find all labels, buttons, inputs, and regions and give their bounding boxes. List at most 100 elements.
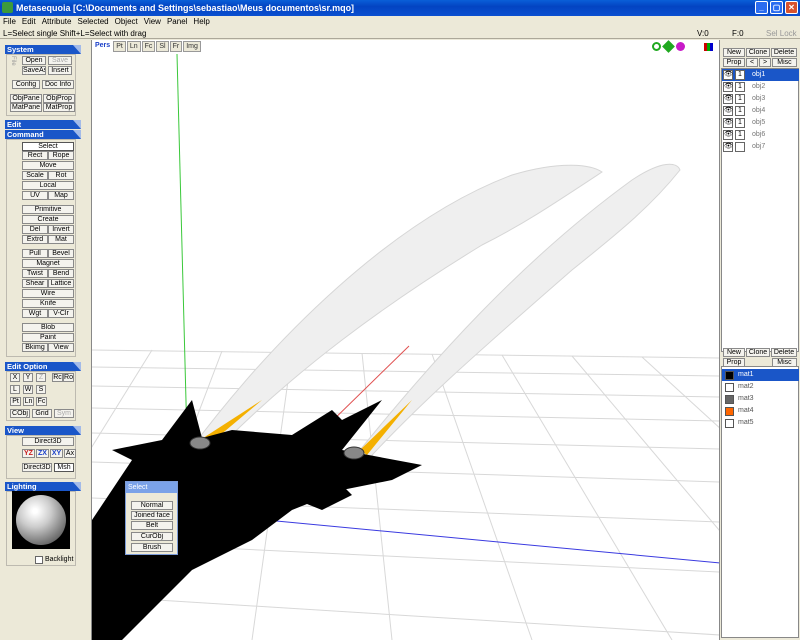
material-row[interactable]: mat2 [722, 381, 799, 393]
vclr-button[interactable]: V-Clr [48, 309, 74, 318]
knife-button[interactable]: Knife [22, 299, 74, 308]
object-row[interactable]: 👁 1 obj5 [722, 117, 799, 129]
select-brush-button[interactable]: Brush [131, 543, 173, 552]
ax-toggle[interactable]: Ax [64, 449, 76, 458]
saveas-button[interactable]: SaveAs [22, 66, 46, 75]
sym-toggle[interactable]: Sym [54, 409, 74, 418]
obj-prev-button[interactable]: < [746, 58, 758, 67]
visibility-eye-icon[interactable]: 👁 [723, 118, 733, 128]
select-button[interactable]: Select [22, 142, 74, 151]
system-header[interactable]: System [5, 45, 81, 54]
menu-object[interactable]: Object [115, 16, 138, 28]
sel-lock-button[interactable]: Sel Lock [766, 28, 797, 39]
obj-next-button[interactable]: > [759, 58, 771, 67]
object-row[interactable]: 👁 1 obj3 [722, 93, 799, 105]
save-button[interactable]: Save [48, 56, 72, 65]
mat-delete-button[interactable]: Delete [771, 348, 797, 357]
mat-new-button[interactable]: New [723, 348, 745, 357]
obj-clone-button[interactable]: Clone [746, 48, 770, 57]
tab-pers[interactable]: Pers [93, 41, 113, 52]
menu-edit[interactable]: Edit [22, 16, 36, 28]
select-normal-button[interactable]: Normal [131, 501, 173, 510]
tab-fr[interactable]: Fr [169, 41, 183, 52]
object-row[interactable]: 👁 1 obj6 [722, 129, 799, 141]
object-row[interactable]: 👁 1 obj1 [722, 69, 799, 81]
rope-button[interactable]: Rope [48, 151, 74, 160]
close-button[interactable]: ✕ [785, 1, 798, 14]
objprop-button[interactable]: ObjProp [43, 94, 75, 103]
magnet-button[interactable]: Magnet [22, 259, 74, 268]
visibility-eye-icon[interactable]: 👁 [723, 130, 733, 140]
material-row[interactable]: mat3 [722, 393, 799, 405]
mat-clone-button[interactable]: Clone [746, 348, 770, 357]
lighting-header[interactable]: Lighting [5, 482, 81, 491]
lattice-button[interactable]: Lattice [48, 279, 74, 288]
matprop-button[interactable]: MatProp [43, 103, 75, 112]
visibility-eye-icon[interactable]: 👁 [723, 94, 733, 104]
l-toggle[interactable]: L [10, 385, 20, 394]
scale-button[interactable]: Scale [22, 171, 48, 180]
obj-delete-button[interactable]: Delete [771, 48, 797, 57]
primitive-button[interactable]: Primitive [22, 205, 74, 214]
edit-header[interactable]: Edit [5, 120, 81, 129]
object-row[interactable]: 👁 1 obj2 [722, 81, 799, 93]
obj-misc-button[interactable]: Misc [772, 58, 797, 67]
bkimg-button[interactable]: Bkimg [22, 343, 48, 352]
select-curobj-button[interactable]: CurObj [131, 532, 173, 541]
tab-img[interactable]: Img [183, 41, 201, 52]
backlight-checkbox[interactable] [35, 556, 43, 564]
s-toggle[interactable]: S [36, 385, 46, 394]
insert-button[interactable]: Insert [48, 66, 72, 75]
maximize-button[interactable]: ▢ [770, 1, 783, 14]
paint-button[interactable]: Paint [22, 333, 74, 342]
msh-toggle[interactable]: Msh [54, 463, 74, 472]
rc-toggle[interactable]: Rc [52, 373, 63, 382]
minimize-button[interactable]: _ [755, 1, 768, 14]
view-header[interactable]: View [5, 426, 81, 435]
material-row[interactable]: mat1 [722, 369, 799, 381]
visibility-eye-icon[interactable]: 👁 [723, 106, 733, 116]
edit-option-header[interactable]: Edit Option [5, 362, 81, 371]
object-row[interactable]: 👁 1 obj4 [722, 105, 799, 117]
light-preview[interactable] [12, 491, 70, 549]
visibility-eye-icon[interactable]: 👁 [723, 142, 733, 152]
direct3d-button[interactable]: Direct3D [22, 437, 74, 446]
w-toggle[interactable]: W [23, 385, 33, 394]
extrd-button[interactable]: Extrd [22, 235, 48, 244]
rot-button[interactable]: Rot [48, 171, 74, 180]
menu-panel[interactable]: Panel [167, 16, 187, 28]
z-axis-toggle[interactable]: Z [36, 373, 46, 382]
grid-toggle[interactable]: Grid [32, 409, 52, 418]
visibility-eye-icon[interactable]: 👁 [723, 70, 733, 80]
objpane-button[interactable]: ObjPane [10, 94, 42, 103]
material-row[interactable]: mat5 [722, 417, 799, 429]
tab-fc[interactable]: Fc [141, 41, 156, 52]
command-header[interactable]: Command [5, 130, 81, 139]
shear-button[interactable]: Shear [22, 279, 48, 288]
lock-icon[interactable]: 1 [735, 82, 745, 92]
3d-viewport[interactable]: Pers Pt Ln Fc Sl Fr Img [91, 40, 719, 640]
direct3d-secondary-button[interactable]: Direct3D [22, 463, 52, 472]
tab-sl[interactable]: Sl [156, 41, 169, 52]
tab-pt[interactable]: Pt [113, 41, 126, 52]
ln-toggle[interactable]: Ln [23, 397, 34, 406]
bend-button[interactable]: Bend [48, 269, 74, 278]
ro-toggle[interactable]: Ro [63, 373, 74, 382]
menu-attribute[interactable]: Attribute [42, 16, 72, 28]
mat-button[interactable]: Mat [48, 235, 74, 244]
config-button[interactable]: Config [12, 80, 40, 89]
menu-help[interactable]: Help [193, 16, 209, 28]
menu-file[interactable]: File [3, 16, 16, 28]
pt-toggle[interactable]: Pt [10, 397, 21, 406]
rect-button[interactable]: Rect [22, 151, 48, 160]
menu-view[interactable]: View [144, 16, 161, 28]
create-button[interactable]: Create [22, 215, 74, 224]
del-button[interactable]: Del [22, 225, 48, 234]
lock-icon[interactable]: 1 [735, 130, 745, 140]
select-joined-face-button[interactable]: Joined face [131, 511, 173, 520]
select-belt-button[interactable]: Belt [131, 521, 173, 530]
lock-icon[interactable]: 1 [735, 106, 745, 116]
obj-new-button[interactable]: New [723, 48, 745, 57]
lock-icon[interactable] [735, 142, 745, 152]
xy-view-button[interactable]: XY [50, 449, 63, 458]
